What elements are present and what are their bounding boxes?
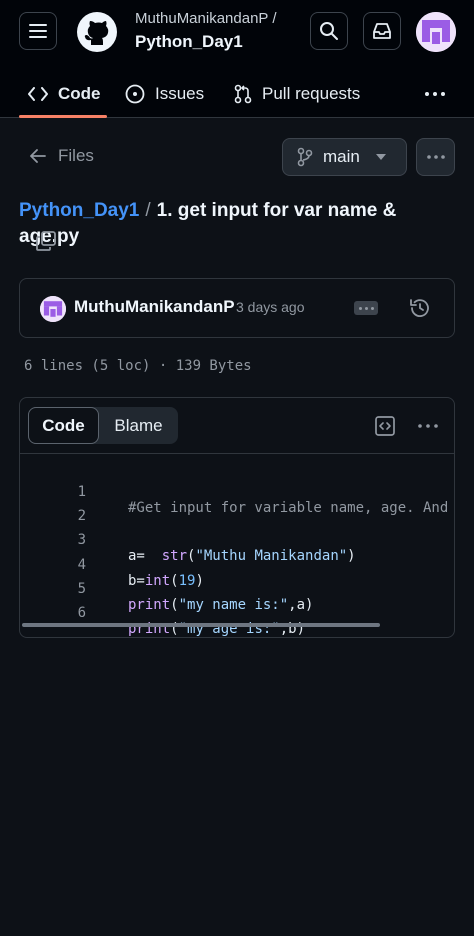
line-content: print("my age is:",b) bbox=[128, 617, 305, 637]
blame-view-button[interactable]: Blame bbox=[99, 407, 178, 444]
horizontal-scrollbar[interactable] bbox=[22, 623, 380, 627]
more-horizontal-icon bbox=[426, 155, 445, 159]
repo-owner[interactable]: MuthuManikandanP / bbox=[135, 10, 276, 28]
tab-pull-requests-label: Pull requests bbox=[262, 84, 361, 103]
code-lines: 1 #Get input for variable name, age. And… bbox=[20, 464, 454, 637]
repo-path: MuthuManikandanP / Python_Day1 bbox=[135, 10, 276, 54]
more-horizontal-icon bbox=[425, 92, 445, 96]
branch-name: main bbox=[323, 147, 360, 166]
tab-issues[interactable]: Issues bbox=[125, 70, 204, 118]
code-line: 2 bbox=[20, 488, 454, 524]
more-tabs-button[interactable] bbox=[420, 80, 450, 108]
commit-message-toggle[interactable] bbox=[354, 301, 378, 315]
identicon-icon bbox=[416, 12, 456, 52]
repo-tabs: Code Issues Pull requests bbox=[0, 70, 474, 118]
code-options-button[interactable] bbox=[416, 415, 440, 437]
user-avatar[interactable] bbox=[416, 12, 456, 52]
pull-request-icon bbox=[234, 84, 252, 104]
issue-icon bbox=[125, 84, 145, 104]
repo-name[interactable]: Python_Day1 bbox=[135, 30, 276, 54]
file-info: 6 lines (5 loc) · 139 Bytes bbox=[24, 358, 252, 374]
inbox-button[interactable] bbox=[363, 12, 401, 50]
menu-button[interactable] bbox=[19, 12, 57, 50]
raw-file-icon[interactable] bbox=[374, 415, 396, 437]
commit-time: 3 days ago bbox=[236, 299, 305, 315]
file-breadcrumb: Python_Day1/1. get input for var name & … bbox=[19, 198, 459, 250]
files-label: Files bbox=[58, 146, 94, 165]
history-icon[interactable] bbox=[408, 296, 432, 320]
search-button[interactable] bbox=[310, 12, 348, 50]
more-horizontal-icon bbox=[418, 424, 438, 428]
arrow-left-icon bbox=[30, 149, 46, 163]
code-viewer: Code Blame 1 #Get input for variable nam… bbox=[19, 397, 455, 638]
tab-pull-requests[interactable]: Pull requests bbox=[234, 70, 360, 118]
inbox-icon bbox=[373, 23, 391, 39]
files-back-link[interactable]: Files bbox=[30, 146, 94, 166]
file-options-button[interactable] bbox=[416, 138, 455, 176]
identicon-icon bbox=[40, 296, 66, 322]
code-line: 1 #Get input for variable name, age. And bbox=[20, 464, 454, 516]
hamburger-icon bbox=[29, 24, 47, 38]
search-icon bbox=[320, 22, 338, 40]
code-line: 5 print("my name is:",a) bbox=[20, 561, 454, 613]
branch-selector[interactable]: main bbox=[282, 138, 407, 176]
line-number[interactable]: 6 bbox=[20, 601, 86, 625]
latest-commit: MuthuManikandanP 3 days ago bbox=[19, 278, 455, 338]
app-header: MuthuManikandanP / Python_Day1 Code Issu… bbox=[0, 0, 474, 118]
caret-down-icon bbox=[375, 154, 386, 160]
copy-icon bbox=[36, 231, 56, 251]
tab-code-label: Code bbox=[58, 84, 101, 103]
code-icon bbox=[28, 87, 48, 101]
code-viewer-toolbar: Code Blame bbox=[20, 398, 454, 454]
git-branch-icon bbox=[297, 147, 313, 167]
view-mode-toggle: Code Blame bbox=[28, 407, 178, 444]
code-view-button[interactable]: Code bbox=[28, 407, 99, 444]
commit-author[interactable]: MuthuManikandanP bbox=[74, 297, 235, 317]
file-toolbar: Files main bbox=[0, 138, 474, 178]
copy-path-button[interactable] bbox=[35, 230, 57, 252]
github-logo-icon[interactable] bbox=[77, 12, 117, 52]
commit-author-avatar[interactable] bbox=[40, 296, 66, 322]
active-tab-indicator bbox=[19, 115, 107, 118]
breadcrumb-repo-link[interactable]: Python_Day1 bbox=[19, 200, 139, 221]
tab-issues-label: Issues bbox=[155, 84, 205, 103]
code-line: 4 b=int(19) bbox=[20, 537, 454, 589]
code-line: 6 print("my age is:",b) bbox=[20, 585, 454, 637]
breadcrumb-separator: / bbox=[145, 200, 151, 221]
code-line: 3 a= str("Muthu Manikandan") bbox=[20, 512, 454, 564]
tab-code[interactable]: Code bbox=[28, 70, 101, 118]
